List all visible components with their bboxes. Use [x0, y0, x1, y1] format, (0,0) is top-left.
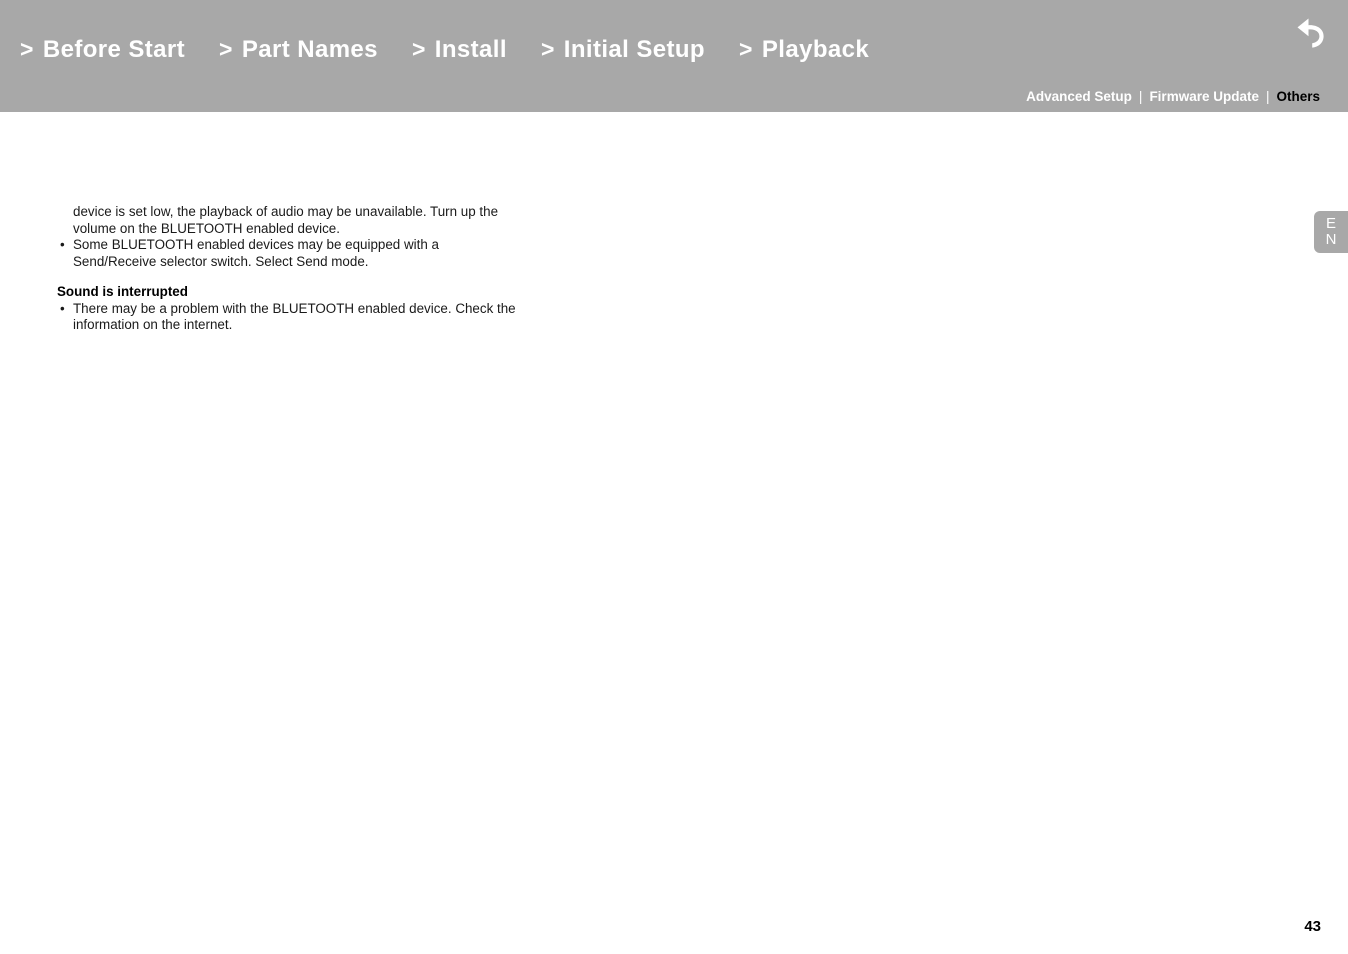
back-arrow-glyph [1297, 18, 1324, 48]
chevron-right-icon: > [739, 36, 753, 62]
section-sound-is-interrupted: Sound is interrupted • There may be a pr… [57, 284, 517, 334]
list-item: • There may be a problem with the BLUETO… [57, 301, 517, 334]
subnav-item-firmware-update[interactable]: Firmware Update [1149, 89, 1259, 104]
nav-item-part-names[interactable]: > Part Names [219, 36, 378, 64]
bullet-icon: • [60, 237, 65, 252]
section-bullet-list: • There may be a problem with the BLUETO… [57, 301, 517, 334]
nav-item-before-start[interactable]: > Before Start [20, 36, 185, 64]
nav-item-playback[interactable]: > Playback [739, 36, 869, 64]
chevron-right-icon: > [411, 36, 426, 62]
subnav-separator: | [1265, 89, 1270, 104]
nav-item-label: Initial Setup [563, 36, 705, 63]
sub-navigation: Advanced Setup | Firmware Update | Other… [1026, 89, 1320, 104]
continued-paragraph: device is set low, the playback of audio… [73, 204, 499, 236]
list-item: • Some BLUETOOTH enabled devices may be … [57, 237, 517, 270]
list-item-text: Some BLUETOOTH enabled devices may be eq… [73, 237, 439, 269]
chevron-right-icon: > [219, 36, 233, 62]
page-content: device is set low, the playback of audio… [57, 204, 517, 334]
nav-item-install[interactable]: > Install [412, 36, 507, 64]
continued-bullet-list: • Some BLUETOOTH enabled devices may be … [57, 237, 517, 270]
nav-item-label: Playback [761, 36, 870, 63]
subnav-item-advanced-setup[interactable]: Advanced Setup [1026, 89, 1132, 104]
subnav-separator: | [1138, 89, 1143, 104]
main-navigation: > Before Start > Part Names > Install > … [20, 36, 869, 64]
language-tab-line2: N [1325, 231, 1337, 248]
nav-item-label: Part Names [241, 36, 378, 63]
chevron-right-icon: > [540, 36, 555, 62]
header-bar: > Before Start > Part Names > Install > … [0, 0, 1348, 112]
nav-item-label: Before Start [42, 36, 186, 63]
bullet-icon: • [60, 300, 65, 316]
language-tab-en[interactable]: E N [1314, 211, 1348, 253]
list-item-text: There may be a problem with the BLUETOOT… [73, 300, 516, 333]
back-arrow-icon[interactable] [1288, 12, 1334, 54]
nav-item-label: Install [434, 36, 507, 63]
chevron-right-icon: > [20, 36, 34, 62]
subnav-item-others[interactable]: Others [1276, 89, 1320, 104]
page-number: 43 [1304, 918, 1321, 935]
language-tab-line1: E [1325, 215, 1336, 233]
section-heading: Sound is interrupted [57, 284, 188, 299]
nav-item-initial-setup[interactable]: > Initial Setup [541, 36, 705, 64]
